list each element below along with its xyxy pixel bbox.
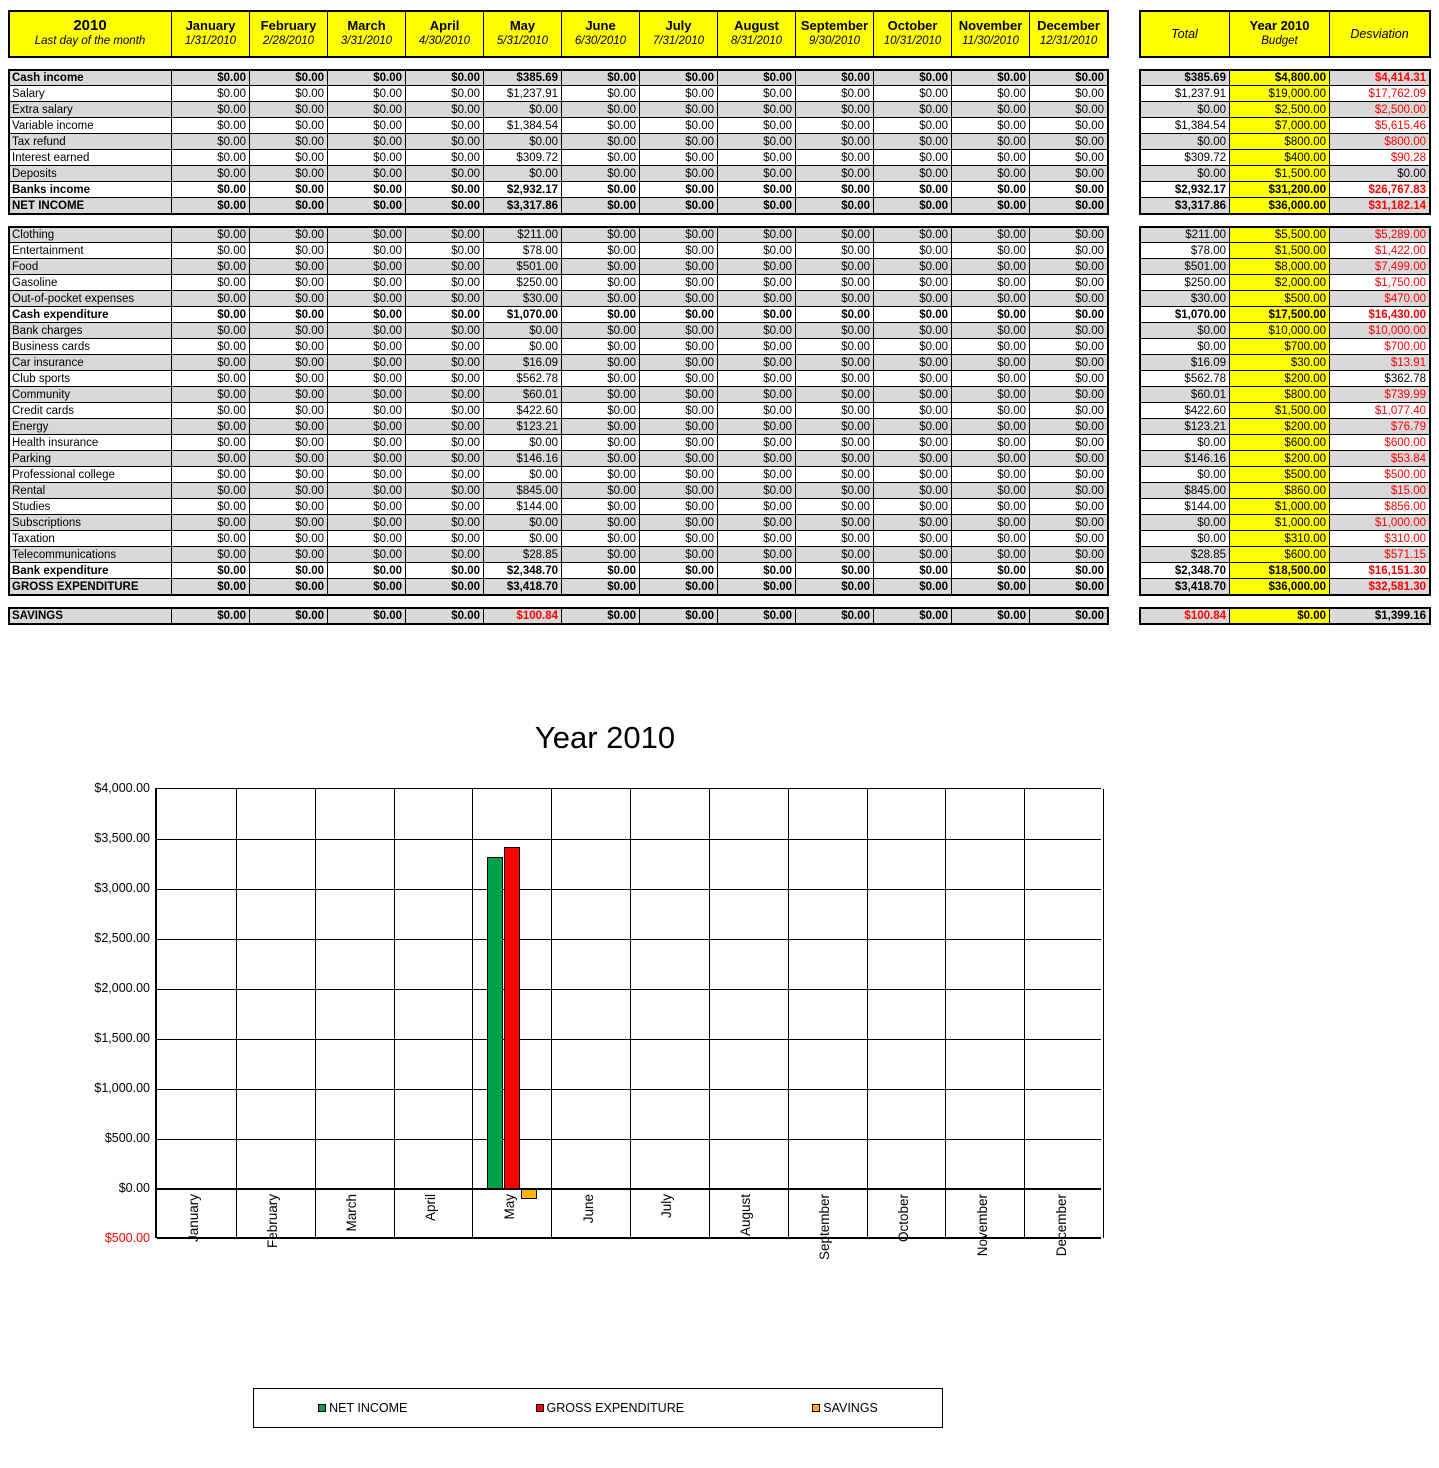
y-axis-tick: $3,500.00 <box>94 831 150 845</box>
gridline-vertical <box>1103 789 1104 1238</box>
gridline-horizontal <box>157 989 1101 990</box>
y-axis-tick: $0.00 <box>118 1181 150 1195</box>
x-axis-tick: September <box>817 1194 833 1261</box>
gridline-horizontal <box>157 1188 1101 1190</box>
x-axis-tick: October <box>895 1194 911 1243</box>
section-outline <box>1138 225 1431 596</box>
gridline-vertical <box>945 789 946 1238</box>
legend-item: GROSS EXPENDITURE <box>535 1401 685 1415</box>
y-axis-tick: $500.00 <box>104 1231 150 1245</box>
bar-gross-expenditure-may <box>503 847 520 1189</box>
legend-label: SAVINGS <box>823 1401 878 1415</box>
gridline-vertical <box>394 789 395 1238</box>
legend-label: NET INCOME <box>329 1401 408 1415</box>
x-axis-tick: June <box>580 1194 596 1224</box>
gridline-horizontal <box>157 939 1101 940</box>
gridline-vertical <box>709 789 710 1238</box>
legend-label: GROSS EXPENDITURE <box>546 1401 685 1415</box>
section-outline <box>1138 68 1431 215</box>
y-axis-labels: $4,000.00 $3,500.00 $3,000.00 $2,500.00 $2,0… <box>58 781 150 1245</box>
x-axis-tick: May <box>501 1194 517 1220</box>
gridline-vertical <box>867 789 868 1238</box>
x-axis-tick: November <box>974 1194 990 1257</box>
x-axis-tick: July <box>659 1194 675 1219</box>
x-axis-tick: February <box>265 1194 281 1249</box>
gridline-horizontal <box>157 1039 1101 1040</box>
x-axis-tick: December <box>1053 1194 1069 1257</box>
x-axis-tick: March <box>344 1194 360 1232</box>
gridline-horizontal <box>157 1237 1101 1239</box>
legend-swatch <box>535 1404 544 1412</box>
chart-plot-area <box>155 788 1104 1239</box>
legend-swatch <box>318 1404 327 1412</box>
budget-spreadsheet: 2010 Last day of the month January 1/31/201… <box>0 0 1439 625</box>
y-axis-tick: $2,000.00 <box>94 981 150 995</box>
gridline-vertical <box>315 789 316 1238</box>
gridline-horizontal <box>157 1089 1101 1090</box>
legend-item: NET INCOME <box>318 1401 407 1415</box>
x-axis-tick: April <box>422 1194 438 1222</box>
bar-savings-may <box>520 1189 537 1200</box>
gridline-vertical <box>236 789 237 1238</box>
x-axis-tick: January <box>186 1194 202 1243</box>
gridline-horizontal <box>157 889 1101 890</box>
chart-title: Year 2010 <box>534 720 676 755</box>
y-axis-tick: $3,000.00 <box>94 881 150 895</box>
year-chart: Year 2010 $4,000.00 $3,500.00 $3,000.00 $2,… <box>0 700 1439 1468</box>
gridline-vertical <box>551 789 552 1238</box>
section-outline <box>1138 9 1431 58</box>
section-outline <box>7 9 1109 58</box>
gridline-vertical <box>472 789 473 1238</box>
chart-legend: NET INCOME GROSS EXPENDITURE SAVINGS <box>253 1388 943 1428</box>
section-outline <box>7 68 1109 215</box>
y-axis-tick: $1,000.00 <box>94 1081 150 1095</box>
y-axis-tick: $500.00 <box>104 1131 150 1145</box>
legend-swatch <box>812 1404 821 1412</box>
legend-item: SAVINGS <box>812 1401 878 1415</box>
bar-net-income-may <box>486 857 503 1189</box>
x-axis-tick: August <box>738 1194 754 1237</box>
section-outline <box>1138 606 1431 625</box>
gridline-vertical <box>788 789 789 1238</box>
gridline-vertical <box>1024 789 1025 1238</box>
y-axis-tick: $4,000.00 <box>94 781 150 795</box>
gridline-horizontal <box>157 1139 1101 1140</box>
y-axis-tick: $1,500.00 <box>94 1031 150 1045</box>
y-axis-tick: $2,500.00 <box>94 931 150 945</box>
section-outline <box>7 225 1109 596</box>
gridline-vertical <box>630 789 631 1238</box>
section-outline <box>7 606 1109 625</box>
gridline-horizontal <box>157 839 1101 840</box>
